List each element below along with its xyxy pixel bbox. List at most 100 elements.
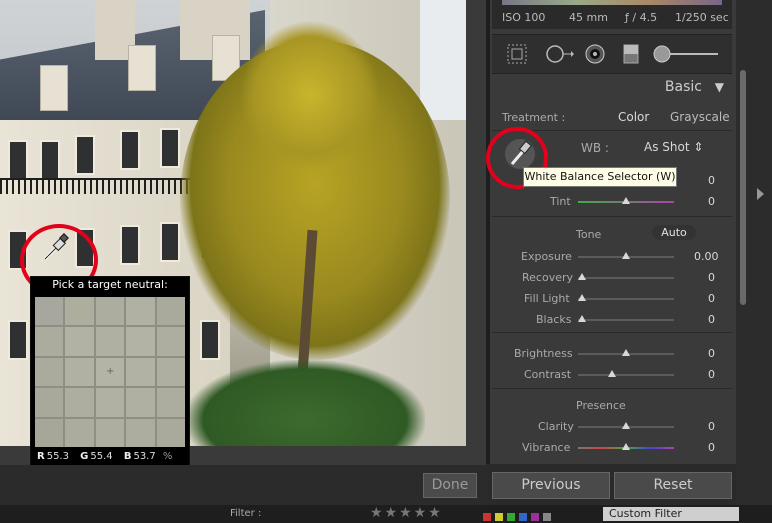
- green-label-swatch[interactable]: [507, 513, 515, 521]
- neutral-target-loupe: Pick a target neutral: + R 55.3 G 55.4 B 53…: [30, 276, 190, 466]
- blacks-slider-knob[interactable]: [578, 315, 586, 322]
- window: [8, 140, 28, 180]
- auto-tone-button[interactable]: Auto: [652, 225, 696, 240]
- eyedropper-cursor-icon: [43, 233, 69, 261]
- window: [75, 135, 95, 175]
- collapse-panel-arrow-icon[interactable]: [757, 188, 764, 200]
- window: [120, 225, 140, 265]
- percent-unit: %: [162, 451, 173, 462]
- vibrance-value[interactable]: 0: [708, 441, 715, 454]
- window: [8, 320, 28, 360]
- dormer: [40, 65, 68, 111]
- white-balance-selector-icon[interactable]: [504, 136, 536, 170]
- tint-value[interactable]: 0: [708, 195, 715, 208]
- g-label: G: [80, 451, 89, 462]
- brightness-label: Brightness: [514, 347, 573, 360]
- window: [160, 128, 180, 168]
- blacks-value[interactable]: 0: [708, 313, 715, 326]
- focal-length-value: 45 mm: [569, 11, 608, 24]
- sky: [420, 0, 466, 120]
- previous-reset-bar: Previous Reset: [486, 464, 736, 505]
- b-label: B: [123, 451, 132, 462]
- vibrance-slider-knob[interactable]: [622, 443, 630, 450]
- aperture-value: ƒ / 4.5: [625, 11, 658, 24]
- presence-label: Presence: [576, 399, 626, 412]
- blue-label-swatch[interactable]: [519, 513, 527, 521]
- contrast-slider-knob[interactable]: [608, 370, 616, 377]
- brightness-value[interactable]: 0: [708, 347, 715, 360]
- exposure-label: Exposure: [521, 250, 572, 263]
- clarity-label: Clarity: [538, 420, 574, 433]
- brightness-slider-knob[interactable]: [622, 349, 630, 356]
- fill-light-slider-knob[interactable]: [578, 294, 586, 301]
- red-eye-icon[interactable]: [584, 43, 606, 65]
- treatment-color-option[interactable]: Color: [618, 110, 649, 124]
- exposure-value[interactable]: 0.00: [694, 250, 719, 263]
- fill-light-slider[interactable]: [578, 298, 674, 300]
- tree-foliage: [240, 20, 380, 170]
- done-button[interactable]: Done: [423, 473, 477, 498]
- exif-info-bar: ISO 100 45 mm ƒ / 4.5 1/250 sec: [492, 0, 732, 29]
- contrast-label: Contrast: [524, 368, 572, 381]
- blacks-slider[interactable]: [578, 319, 674, 321]
- fill-light-label: Fill Light: [524, 292, 570, 305]
- histogram-strip: [502, 0, 722, 5]
- panel-scrollbar-thumb[interactable]: [740, 70, 746, 305]
- treatment-label: Treatment :: [502, 111, 566, 124]
- red-label-swatch[interactable]: [483, 513, 491, 521]
- bottom-toolbar: [0, 465, 486, 505]
- custom-filter-dropdown[interactable]: Custom Filter: [603, 507, 739, 521]
- adjustment-brush-icon[interactable]: [652, 43, 722, 65]
- r-label: R: [37, 451, 45, 462]
- clarity-slider-knob[interactable]: [622, 422, 630, 429]
- contrast-slider[interactable]: [578, 374, 674, 376]
- crop-overlay-icon[interactable]: [506, 43, 528, 65]
- white-balance-tooltip: White Balance Selector (W): [523, 167, 677, 187]
- collapse-triangle-icon: ▼: [714, 80, 724, 94]
- exposure-slider-knob[interactable]: [622, 252, 630, 259]
- clarity-value[interactable]: 0: [708, 420, 715, 433]
- tone-label: Tone: [576, 228, 602, 241]
- yellow-label-swatch[interactable]: [495, 513, 503, 521]
- grey-label-swatch[interactable]: [543, 513, 551, 521]
- blacks-label: Blacks: [536, 313, 572, 326]
- basic-section-header[interactable]: Basic ▼: [492, 76, 732, 98]
- temp-value[interactable]: 0: [708, 174, 715, 187]
- recovery-label: Recovery: [522, 271, 574, 284]
- g-value: 55.4: [90, 451, 113, 462]
- reset-button[interactable]: Reset: [614, 472, 732, 499]
- divider: [492, 332, 732, 333]
- graduated-filter-icon[interactable]: [620, 43, 642, 65]
- purple-label-swatch[interactable]: [531, 513, 539, 521]
- rating-stars-filter[interactable]: ★★★★★: [370, 505, 443, 521]
- shutter-value: 1/250 sec: [675, 11, 729, 24]
- window: [120, 130, 140, 170]
- iso-value: ISO 100: [502, 11, 546, 24]
- loupe-title: Pick a target neutral:: [52, 278, 168, 291]
- r-value: 55.3: [46, 451, 69, 462]
- wb-preset-dropdown[interactable]: As Shot ⇕: [644, 140, 703, 154]
- recovery-slider[interactable]: [578, 277, 674, 279]
- recovery-slider-knob[interactable]: [578, 273, 586, 280]
- wb-label: WB :: [581, 141, 609, 155]
- tint-label: Tint: [550, 195, 571, 208]
- crosshair-icon: +: [106, 366, 115, 377]
- rgb-readout: R 55.3 G 55.4 B 53.7 %: [37, 451, 172, 462]
- recovery-value[interactable]: 0: [708, 271, 715, 284]
- tint-slider-knob[interactable]: [622, 197, 630, 204]
- window: [40, 140, 60, 180]
- fill-light-value[interactable]: 0: [708, 292, 715, 305]
- previous-button[interactable]: Previous: [492, 472, 610, 499]
- dormer: [128, 45, 156, 91]
- b-value: 53.7: [133, 451, 156, 462]
- treatment-grayscale-option[interactable]: Grayscale: [670, 110, 730, 124]
- divider: [492, 216, 732, 217]
- spot-removal-icon[interactable]: [544, 43, 574, 65]
- tool-strip: [492, 34, 732, 74]
- window: [200, 320, 220, 360]
- green-foliage: [185, 360, 425, 446]
- divider: [492, 388, 732, 389]
- basic-section-title: Basic: [664, 79, 702, 95]
- filter-label: Filter :: [230, 508, 262, 519]
- contrast-value[interactable]: 0: [708, 368, 715, 381]
